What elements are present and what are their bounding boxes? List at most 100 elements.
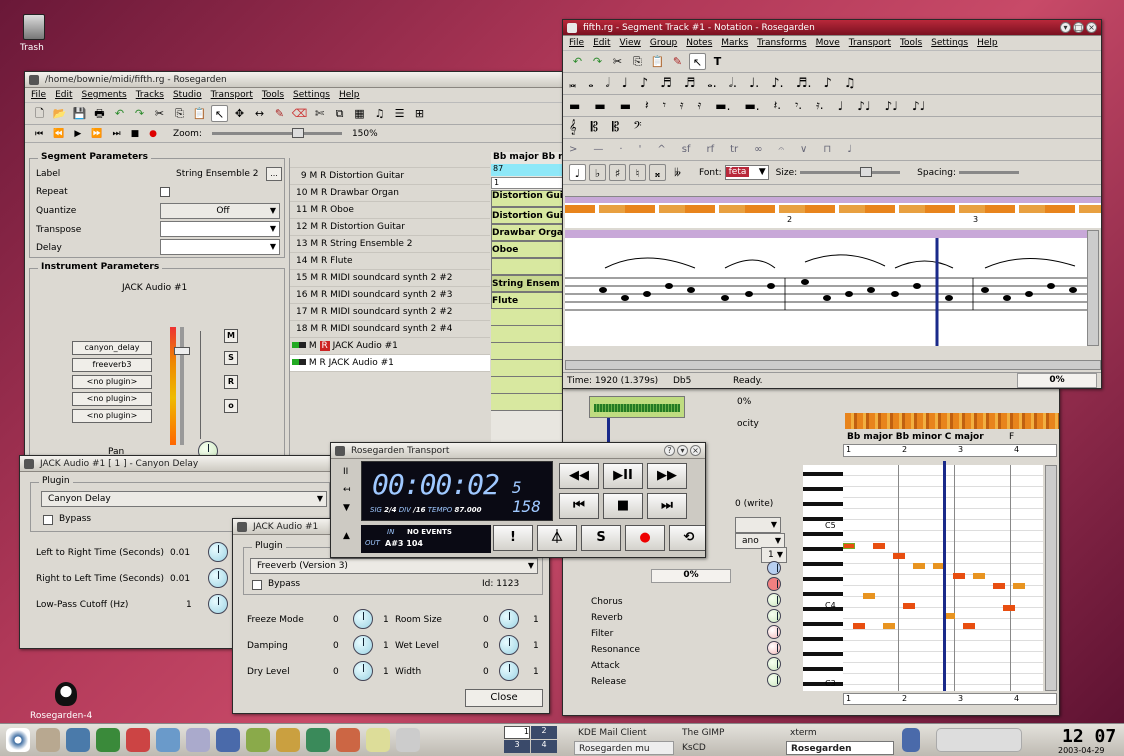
cut-icon[interactable]: ✂ bbox=[151, 105, 168, 122]
reverb-knob[interactable] bbox=[767, 609, 781, 623]
loop-small-icon[interactable]: ↤ bbox=[343, 485, 351, 495]
dotted-half-icon[interactable]: 𝅗𝅥. bbox=[729, 76, 737, 91]
record-arm-button[interactable]: R bbox=[224, 375, 238, 389]
natural-icon[interactable]: ♮ bbox=[629, 164, 646, 181]
dotted-rest-icon-3[interactable]: 𝄽. bbox=[774, 98, 782, 113]
undo-icon[interactable]: ↶ bbox=[569, 53, 586, 70]
copy-icon[interactable]: ⎘ bbox=[171, 105, 188, 122]
dotted-rest-icon-4[interactable]: 𝄾. bbox=[795, 98, 802, 113]
eraser-tool-icon[interactable]: ⌫ bbox=[291, 105, 308, 122]
rewind-button[interactable]: ◀◀ bbox=[559, 463, 599, 489]
attack-knob[interactable] bbox=[767, 657, 781, 671]
canyon-titlebar[interactable]: JACK Audio #1 [ 1 ] - Canyon Delay bbox=[20, 456, 338, 472]
segment-block[interactable]: Distortion Gui bbox=[491, 207, 571, 224]
note-block[interactable] bbox=[1013, 583, 1025, 589]
lock-icon[interactable] bbox=[902, 728, 920, 752]
wet-level-knob[interactable] bbox=[499, 635, 519, 655]
tray-icons[interactable] bbox=[936, 728, 1022, 752]
transport-titlebar[interactable]: Rosegarden Transport? ▾ × bbox=[331, 443, 705, 459]
undo-icon[interactable]: ↶ bbox=[111, 105, 128, 122]
help-icon[interactable]: ? bbox=[664, 445, 675, 456]
track-row[interactable]: 18 M R MIDI soundcard synth 2 #4 bbox=[290, 321, 490, 338]
audio-track-row[interactable]: M R JACK Audio #1 bbox=[290, 338, 490, 355]
home-icon[interactable] bbox=[36, 728, 60, 752]
redo-icon[interactable]: ↷ bbox=[589, 53, 606, 70]
stop-button[interactable]: ■ bbox=[603, 493, 643, 519]
ltr-time-knob[interactable] bbox=[208, 542, 228, 562]
whole-note-icon[interactable]: 𝅝 bbox=[588, 76, 593, 91]
konqueror-icon[interactable] bbox=[216, 728, 240, 752]
editor-icon[interactable] bbox=[156, 728, 180, 752]
play-pause-button[interactable]: ▶II bbox=[603, 463, 643, 489]
event-list-icon[interactable]: ☰ bbox=[391, 105, 408, 122]
freeze-mode-knob[interactable] bbox=[353, 609, 373, 629]
rewind-to-start-icon[interactable]: ⏮ bbox=[35, 129, 43, 139]
note-grouping-icon-2[interactable]: ♪♩ bbox=[857, 99, 870, 113]
menu-transport[interactable]: Transport bbox=[849, 36, 891, 50]
grace-note-icon[interactable]: ♪ bbox=[824, 76, 832, 91]
menu-marks[interactable]: Marks bbox=[721, 36, 748, 50]
cutoff-knob[interactable] bbox=[208, 594, 228, 614]
graphics-icon[interactable] bbox=[276, 728, 300, 752]
matrix-combo-1[interactable] bbox=[735, 517, 781, 533]
notation-icon[interactable]: ♫ bbox=[371, 105, 388, 122]
task-kscd[interactable]: KsCD bbox=[678, 741, 778, 755]
minimize-icon[interactable]: ▾ bbox=[677, 445, 688, 456]
ffwd-icon[interactable]: ⏩ bbox=[91, 129, 102, 139]
note-block[interactable] bbox=[963, 623, 975, 629]
alto-clef-icon[interactable]: 𝄡 bbox=[591, 120, 598, 135]
note-block[interactable] bbox=[973, 573, 985, 579]
note-block[interactable] bbox=[893, 553, 905, 559]
pen-icon[interactable] bbox=[366, 728, 390, 752]
tenor-clef-icon[interactable]: 𝄡 bbox=[612, 120, 619, 135]
sharp-icon[interactable]: ♯ bbox=[609, 164, 626, 181]
extra-knob-2[interactable] bbox=[767, 577, 781, 591]
join-tool-icon[interactable]: ⧉ bbox=[331, 105, 348, 122]
chorus-knob[interactable] bbox=[767, 593, 781, 607]
freeverb-bypass-checkbox[interactable] bbox=[252, 580, 262, 590]
track-row[interactable]: 17 M R MIDI soundcard synth 2 #2 bbox=[290, 304, 490, 321]
segment-block-empty[interactable] bbox=[491, 309, 571, 411]
menu-move[interactable]: Move bbox=[816, 36, 840, 50]
pause-icon[interactable]: 𝄐 bbox=[778, 144, 784, 155]
staff-hscroll[interactable] bbox=[565, 360, 1101, 370]
room-size-knob[interactable] bbox=[499, 609, 519, 629]
label-edit-button[interactable]: ... bbox=[266, 167, 282, 181]
rtl-time-knob[interactable] bbox=[208, 568, 228, 588]
select-icon[interactable]: ↖ bbox=[689, 53, 706, 70]
size-slider[interactable] bbox=[800, 167, 901, 177]
mute-button[interactable]: M bbox=[224, 329, 238, 343]
double-sharp-icon[interactable]: 𝄪 bbox=[649, 164, 666, 181]
breve-rest-icon[interactable]: ▬ bbox=[569, 99, 580, 113]
mixer-icon[interactable]: ⊞ bbox=[411, 105, 428, 122]
paste-icon[interactable]: 📋 bbox=[649, 53, 666, 70]
rinforzando-icon[interactable]: rf bbox=[706, 144, 714, 155]
font-select[interactable]: feta ▼ bbox=[724, 165, 769, 180]
new-file-icon[interactable]: 🗋 bbox=[31, 105, 48, 122]
width-knob[interactable] bbox=[499, 661, 519, 681]
dotted-rest-icon-1[interactable]: ▬. bbox=[715, 99, 730, 113]
task-kmail[interactable]: KDE Mail Client bbox=[574, 726, 674, 740]
desktop-2[interactable]: 2 bbox=[531, 726, 557, 739]
text-mark-icon[interactable]: ♩ bbox=[847, 144, 852, 155]
menu-file[interactable]: File bbox=[569, 36, 584, 50]
time-display[interactable]: 00:00:02 5 158 SIG 2/4 DIV /16 TEMPO 87.… bbox=[361, 461, 553, 521]
sforzando-icon[interactable]: sf bbox=[682, 144, 691, 155]
close-button[interactable]: Close bbox=[465, 689, 543, 707]
track-row[interactable]: 11 M R Oboe bbox=[290, 202, 490, 219]
plugin-slot-2[interactable]: freeverb3 bbox=[72, 358, 152, 372]
print-icon[interactable]: 🖶 bbox=[91, 105, 108, 122]
rewind-icon[interactable]: ⏪ bbox=[53, 129, 64, 139]
move-tool-icon[interactable]: ✥ bbox=[231, 105, 248, 122]
select-tool-icon[interactable]: ↖ bbox=[211, 105, 228, 122]
play-icon[interactable]: ▶ bbox=[74, 129, 81, 139]
main-titlebar[interactable]: /home/bownie/midi/fifth.rg - Rosegarden bbox=[25, 72, 571, 88]
staccato-icon[interactable]: · bbox=[619, 144, 622, 155]
zoom-slider[interactable] bbox=[211, 128, 342, 138]
quarter-note-icon[interactable]: ♩ bbox=[622, 76, 628, 91]
paint-icon[interactable] bbox=[336, 728, 360, 752]
track-row[interactable] bbox=[290, 158, 490, 168]
task-rosegarden[interactable]: Rosegarden bbox=[786, 741, 894, 755]
audio-segment[interactable] bbox=[589, 396, 685, 418]
record-icon[interactable]: ● bbox=[149, 129, 157, 139]
